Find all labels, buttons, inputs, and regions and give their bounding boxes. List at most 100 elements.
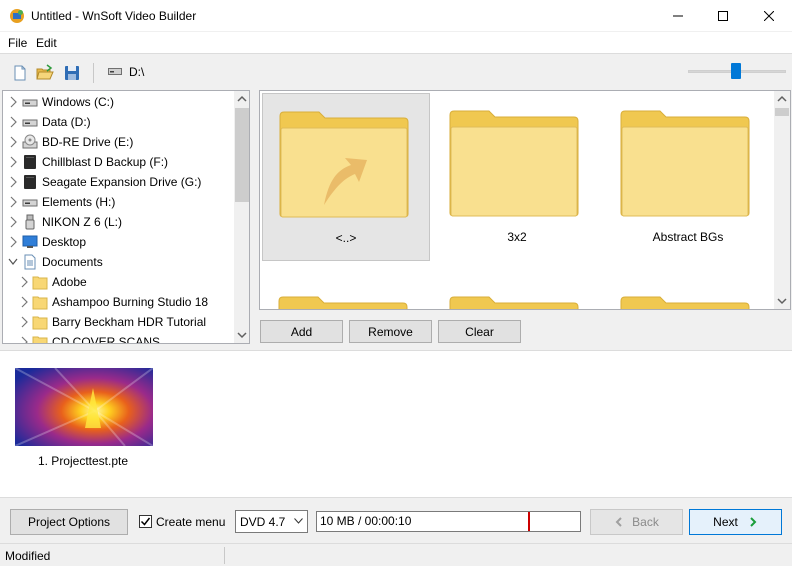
- checkmark-icon: [140, 517, 151, 526]
- disc-usage-bar: 10 MB / 00:00:10: [316, 511, 581, 532]
- tree-item[interactable]: Windows (C:): [3, 92, 233, 112]
- tree-item-label: Ashampoo Burning Studio 18: [52, 295, 209, 309]
- remove-button[interactable]: Remove: [349, 320, 432, 343]
- save-icon[interactable]: [63, 64, 81, 82]
- external-drive-icon: [22, 174, 38, 190]
- status-separator: [224, 547, 225, 564]
- tree-item[interactable]: Data (D:): [3, 112, 233, 132]
- toolbar-separator: [93, 63, 94, 83]
- chevron-down-icon[interactable]: [8, 256, 18, 268]
- folder-tile[interactable]: [433, 279, 601, 309]
- tree-item[interactable]: Desktop: [3, 232, 233, 252]
- project-thumbnail[interactable]: [15, 368, 153, 446]
- back-button[interactable]: Back: [590, 509, 683, 535]
- grid-scroll-thumb[interactable]: [775, 108, 789, 116]
- tree-item-label: Documents: [42, 255, 103, 269]
- folder-label: Abstract BGs: [652, 230, 724, 244]
- folder-icon: [32, 314, 48, 330]
- back-label: Back: [632, 515, 659, 529]
- tree-item-label: Adobe: [52, 275, 87, 289]
- tree-item-label: Seagate Expansion Drive (G:): [42, 175, 202, 189]
- menu-edit[interactable]: Edit: [36, 36, 57, 50]
- folder-tile[interactable]: <..>: [262, 93, 430, 261]
- disc-type-value: DVD 4.7: [240, 515, 286, 529]
- tree-item[interactable]: Seagate Expansion Drive (G:): [3, 172, 233, 192]
- optical-drive-icon: [22, 134, 38, 150]
- tree-item[interactable]: CD COVER SCANS: [3, 332, 233, 344]
- folder-tree: Windows (C:) Data (D:) BD-RE Drive (E:) Chi…: [2, 90, 250, 344]
- drive-icon: [22, 194, 38, 210]
- chevron-right-icon: [750, 517, 757, 527]
- tree-item[interactable]: Barry Beckham HDR Tutorial: [3, 312, 233, 332]
- folder-tile[interactable]: [262, 279, 430, 309]
- tree-item[interactable]: Adobe: [3, 272, 233, 292]
- chevron-right-icon[interactable]: [19, 316, 29, 328]
- abstract-burst-image: [15, 368, 153, 446]
- chevron-right-icon[interactable]: [8, 216, 18, 228]
- disc-type-select[interactable]: DVD 4.7: [235, 510, 308, 533]
- close-button[interactable]: [746, 0, 792, 31]
- chevron-right-icon[interactable]: [8, 236, 18, 248]
- parent-folder-icon: [279, 111, 409, 218]
- external-drive-icon: [22, 154, 38, 170]
- chevron-right-icon[interactable]: [8, 156, 18, 168]
- folder-icon: [449, 110, 579, 217]
- tree-item[interactable]: Chillblast D Backup (F:): [3, 152, 233, 172]
- create-menu-checkbox[interactable]: [139, 515, 152, 528]
- maximize-icon: [718, 10, 728, 21]
- chevron-right-icon[interactable]: [19, 296, 29, 308]
- chevron-right-icon[interactable]: [8, 96, 18, 108]
- tree-item-label: CD COVER SCANS: [52, 335, 161, 344]
- tree-item-label: NIKON Z 6 (L:): [42, 215, 123, 229]
- project-list: 1. Projecttest.pte: [0, 350, 792, 497]
- drive-icon: [22, 94, 38, 110]
- tree-item[interactable]: Documents: [3, 252, 233, 272]
- maximize-button[interactable]: [700, 0, 746, 31]
- tree-item-label: Windows (C:): [42, 95, 115, 109]
- tree-item-label: Chillblast D Backup (F:): [42, 155, 169, 169]
- chevron-left-icon: [615, 517, 622, 527]
- folder-tile[interactable]: Abstract BGs: [604, 93, 772, 261]
- clear-button[interactable]: Clear: [438, 320, 521, 343]
- tree-scroll-thumb[interactable]: [235, 108, 249, 202]
- tree-item[interactable]: BD-RE Drive (E:): [3, 132, 233, 152]
- menu-file[interactable]: File: [8, 36, 27, 50]
- app-icon: [10, 9, 24, 23]
- tree-item-label: Data (D:): [42, 115, 91, 129]
- new-document-icon[interactable]: [11, 64, 29, 82]
- scroll-down-icon[interactable]: [234, 327, 250, 343]
- tree-scrollbar[interactable]: [234, 91, 250, 343]
- folder-tile[interactable]: [604, 279, 772, 309]
- folder-label: 3x2: [507, 230, 527, 244]
- chevron-right-icon[interactable]: [8, 176, 18, 188]
- current-path: D:\: [129, 65, 145, 79]
- tree-item-label: Barry Beckham HDR Tutorial: [52, 315, 207, 329]
- toolbar: D:\: [0, 55, 792, 89]
- chevron-right-icon[interactable]: [19, 276, 29, 288]
- chevron-right-icon[interactable]: [8, 196, 18, 208]
- open-folder-icon[interactable]: [36, 64, 54, 82]
- title-bar: Untitled - WnSoft Video Builder: [0, 0, 792, 32]
- folder-icon: [620, 110, 750, 217]
- add-button[interactable]: Add: [260, 320, 343, 343]
- folder-label: <..>: [335, 231, 357, 245]
- tree-item-label: Elements (H:): [42, 195, 116, 209]
- next-button[interactable]: Next: [689, 509, 782, 535]
- scroll-up-icon[interactable]: [774, 91, 790, 107]
- chevron-right-icon[interactable]: [8, 116, 18, 128]
- chevron-right-icon[interactable]: [8, 136, 18, 148]
- tree-item[interactable]: NIKON Z 6 (L:): [3, 212, 233, 232]
- window-title: Untitled - WnSoft Video Builder: [31, 9, 197, 23]
- chevron-right-icon[interactable]: [19, 336, 29, 344]
- zoom-slider-thumb[interactable]: [731, 63, 741, 79]
- disc-capacity-marker: [528, 512, 530, 531]
- tree-item[interactable]: Elements (H:): [3, 192, 233, 212]
- minimize-button[interactable]: [655, 0, 701, 31]
- grid-scrollbar[interactable]: [774, 91, 790, 309]
- scroll-down-icon[interactable]: [774, 293, 790, 309]
- tree-item[interactable]: Ashampoo Burning Studio 18: [3, 292, 233, 312]
- folder-tile[interactable]: 3x2: [433, 93, 601, 261]
- scroll-up-icon[interactable]: [234, 91, 250, 107]
- project-options-button[interactable]: Project Options: [10, 509, 128, 535]
- bottom-bar: Project Options Create menu DVD 4.7 10 M…: [0, 497, 792, 543]
